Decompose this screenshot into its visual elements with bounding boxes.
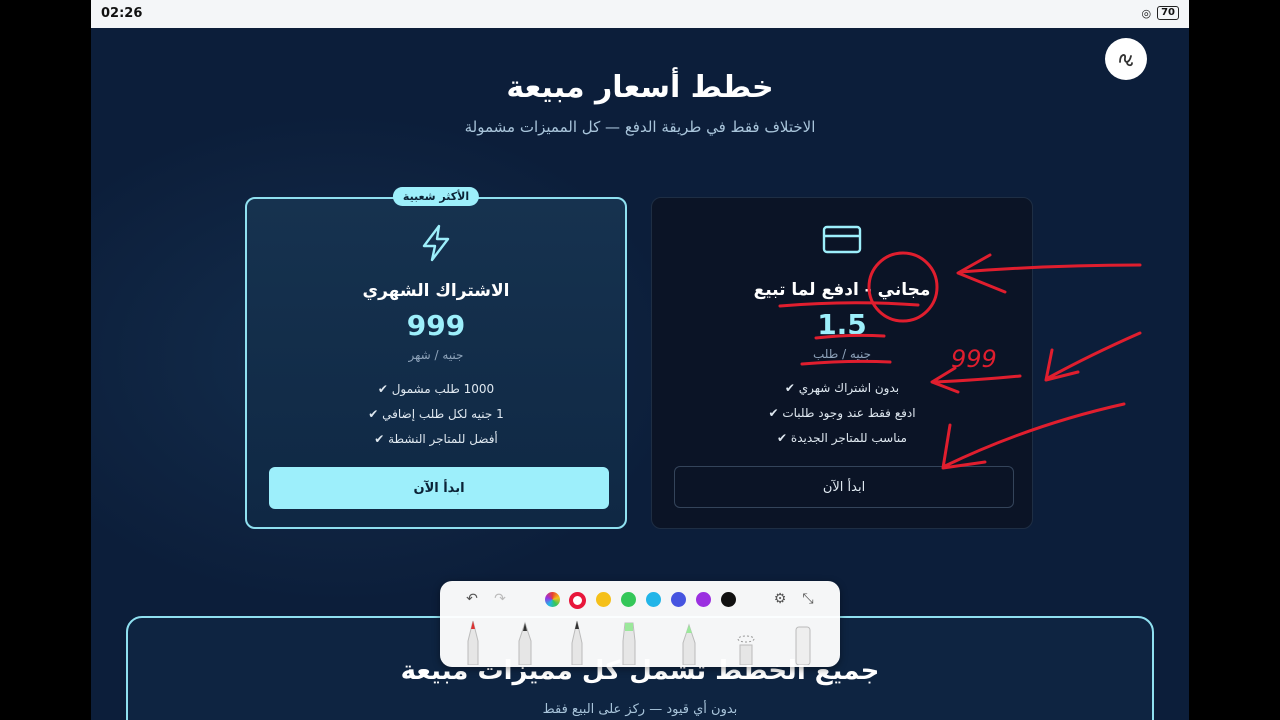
plan-unit: جنيه / طلب [812,347,872,361]
vibrate-icon: ◎ [1141,6,1152,20]
settings-icon[interactable]: ⚙ [770,589,790,609]
feature-item: أفضل للمتاجر النشطة ✔ [374,432,498,446]
plan-card-monthly: الأكثر شعبية الاشتراك الشهري 999 جنيه / … [245,187,627,529]
feature-item: 1000 طلب مشمول ✔ [377,382,495,396]
pencil-tool[interactable] [568,617,586,665]
redo-icon[interactable]: ↷ [490,589,510,609]
marker-tool[interactable] [680,617,698,665]
feature-list: 1000 طلب مشمول ✔ 1 جنيه لكل طلب إضافي ✔ … [247,379,625,454]
undo-icon[interactable]: ↶ [462,589,482,609]
feature-item: 1 جنيه لكل طلب إضافي ✔ [368,407,504,421]
feature-item: ادفع فقط عند وجود طلبات ✔ [768,406,916,420]
start-now-button[interactable]: ابدأ الآن [269,467,609,509]
plan-name: الاشتراك الشهري [362,281,510,301]
page-subtitle: الاختلاف فقط في طريقة الدفع — كل المميزا… [464,118,816,136]
plan-unit: جنيه / شهر [408,348,464,362]
feature-list: بدون اشتراك شهري ✔ ادفع فقط عند وجود طلب… [652,378,1032,453]
color-swatch-cyan[interactable] [646,592,661,607]
highlighter-tool[interactable] [620,617,638,665]
feature-item: بدون اشتراك شهري ✔ [784,381,900,395]
pen-toolbar: ↶ ↷ ⚙ ⤡ [440,581,840,667]
status-icons: ◎ 70 [1141,6,1179,20]
plan-card-pay-per-order: مجاني - ادفع لما تبيع 1.5 جنيه / طلب بدو… [651,197,1033,529]
color-swatch-red-selected[interactable] [569,592,586,609]
lightning-icon [422,224,450,262]
battery-icon: 70 [1157,6,1179,20]
color-swatch-black[interactable] [721,592,736,607]
fountain-pen-tool[interactable] [464,617,482,665]
status-bar: 02:26 ◎ 70 [91,0,1189,28]
page-title: خطط أسعار مبيعة [506,70,774,105]
feature-item: مناسب للمتاجر الجديدة ✔ [777,431,907,445]
plan-price: 999 [406,309,466,342]
clock: 02:26 [101,6,143,21]
credit-card-icon [822,225,862,254]
lasso-tool[interactable] [737,617,755,665]
calligraphy-pen-tool[interactable] [516,617,534,665]
popular-badge: الأكثر شعبية [392,187,480,206]
plan-name: مجاني - ادفع لما تبيع [753,280,931,300]
start-now-button[interactable]: ابدأ الآن [674,466,1014,508]
plan-price: 1.5 [817,308,867,341]
eraser-tool[interactable] [794,617,812,665]
collapse-icon[interactable]: ⤡ [798,589,818,609]
color-swatch-blue[interactable] [671,592,686,607]
color-swatch-green[interactable] [621,592,636,607]
section-subtitle: بدون أي قيود — ركز على البيع فقط [542,702,738,717]
color-swatch-yellow[interactable] [596,592,611,607]
color-swatch-purple[interactable] [696,592,711,607]
scribble-icon [1119,54,1133,67]
color-wheel-swatch[interactable] [545,592,560,607]
